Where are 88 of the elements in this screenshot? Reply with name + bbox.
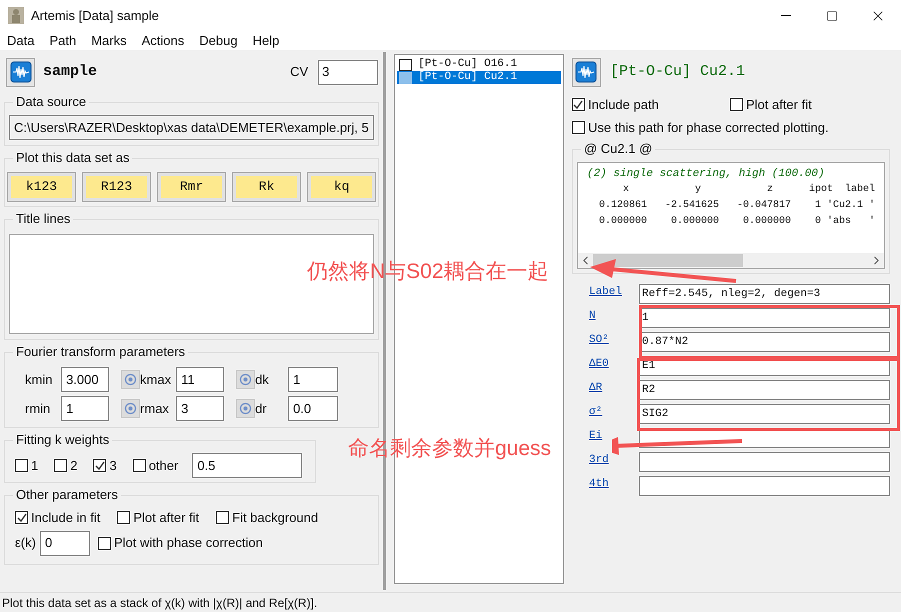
parameter-link[interactable]: Ei bbox=[588, 430, 602, 442]
menu-item[interactable]: Help bbox=[252, 30, 280, 50]
path-heading: (2) single scattering, high (100.00) bbox=[586, 167, 826, 182]
checkbox[interactable] bbox=[93, 459, 106, 472]
parameter-link[interactable]: 4th bbox=[588, 478, 609, 490]
plot-button[interactable]: Rk bbox=[233, 173, 300, 201]
status-text: Plot this data set as a stack of χ(k) with |χ(R)| and Re[χ(R)]. bbox=[2, 594, 318, 612]
checkbox[interactable] bbox=[98, 536, 111, 550]
wave-icon[interactable] bbox=[572, 58, 601, 86]
parameter-link[interactable]: σ² bbox=[588, 406, 602, 418]
param-label: dk bbox=[255, 370, 270, 389]
checkbox-label: Include path bbox=[588, 96, 659, 114]
param-label: rmin bbox=[25, 400, 52, 418]
param-field[interactable]: 1 bbox=[61, 396, 110, 421]
target-button[interactable] bbox=[121, 399, 140, 418]
path-coordinates: 0.120861 -2.541625 -0.047817 1 'Cu2.1 ' bbox=[598, 198, 876, 213]
app-icon bbox=[8, 7, 24, 24]
parameter-link[interactable]: 3rd bbox=[588, 454, 609, 466]
checkbox[interactable] bbox=[216, 511, 230, 524]
param-label: rmax bbox=[140, 400, 170, 418]
checkbox[interactable] bbox=[132, 459, 146, 472]
checkbox-label: 3 bbox=[109, 456, 117, 475]
cv-field[interactable]: 3 bbox=[318, 60, 378, 84]
window-title: Artemis [Data] sample bbox=[31, 6, 159, 25]
param-field[interactable]: 11 bbox=[176, 367, 224, 392]
data-source-field[interactable]: C:\Users\RAZER\Desktop\xas data\DEMETER\example.prj, 5 bbox=[9, 115, 374, 140]
path-list-item[interactable]: [Pt-O-Cu] Cu2.1 bbox=[397, 71, 561, 84]
checkbox-label: 1 bbox=[31, 456, 38, 475]
parameter-link[interactable]: ΔR bbox=[588, 382, 602, 394]
parameter-link[interactable]: Label bbox=[588, 286, 622, 298]
checkbox-label: Plot after fit bbox=[746, 96, 812, 114]
parameter-field[interactable] bbox=[638, 476, 890, 496]
parameter-field[interactable] bbox=[638, 452, 890, 472]
parameter-link[interactable]: SO² bbox=[588, 334, 609, 346]
parameter-link[interactable]: ΔE0 bbox=[588, 358, 609, 370]
path-list-item[interactable]: [Pt-O-Cu] O16.1 bbox=[397, 58, 561, 71]
parameter-link[interactable]: N bbox=[588, 310, 596, 322]
param-label: kmax bbox=[140, 370, 172, 389]
maximize-icon bbox=[826, 10, 838, 22]
menu-item[interactable]: Debug bbox=[199, 30, 238, 50]
epsilon-field[interactable]: 0 bbox=[40, 530, 90, 556]
epsilon-label: ε(k) bbox=[15, 534, 36, 552]
cv-label: CV bbox=[290, 63, 308, 82]
param-field[interactable]: 1 bbox=[288, 367, 338, 392]
checkbox-label: Fit background bbox=[232, 509, 318, 527]
param-label: dr bbox=[255, 400, 268, 418]
wave-icon[interactable] bbox=[6, 58, 35, 86]
checkbox-label: Plot after fit bbox=[133, 509, 200, 527]
menu-item[interactable]: Data bbox=[7, 30, 34, 50]
check-icon bbox=[573, 100, 584, 110]
minimize-icon bbox=[781, 15, 791, 16]
path-coordinates: x y z ipot label bbox=[622, 182, 876, 197]
target-button[interactable] bbox=[236, 370, 256, 389]
plot-button[interactable]: k123 bbox=[8, 173, 75, 201]
param-field[interactable]: 0.0 bbox=[288, 396, 338, 421]
menu-item[interactable]: Path bbox=[49, 30, 76, 50]
target-button[interactable] bbox=[121, 370, 140, 389]
check-icon bbox=[94, 460, 105, 470]
checkbox[interactable] bbox=[15, 459, 28, 472]
horizontal-scrollbar[interactable] bbox=[578, 253, 884, 268]
checkbox-label: 2 bbox=[70, 456, 78, 475]
param-field[interactable]: 3.000 bbox=[61, 367, 110, 392]
checkbox[interactable] bbox=[730, 98, 743, 112]
parameter-field[interactable]: Reff=2.545, nleg=2, degen=3 bbox=[638, 284, 890, 304]
parameter-field[interactable]: SIG2 bbox=[638, 404, 890, 424]
checkbox[interactable] bbox=[117, 511, 130, 524]
plot-button[interactable]: Rmr bbox=[158, 173, 226, 201]
checkbox-label: other bbox=[148, 456, 178, 475]
checkbox[interactable] bbox=[572, 120, 585, 134]
plot-button[interactable]: kq bbox=[308, 173, 376, 201]
param-field[interactable]: 3 bbox=[176, 396, 224, 421]
plot-button[interactable]: R123 bbox=[83, 173, 150, 201]
path-title: [Pt-O-Cu] Cu2.1 bbox=[610, 62, 745, 82]
other-weight-field[interactable]: 0.5 bbox=[192, 453, 302, 478]
menu-item[interactable]: Actions bbox=[142, 30, 184, 50]
checkbox[interactable] bbox=[15, 511, 28, 524]
path-coordinates: 0.000000 0.000000 0.000000 0 'abs ' bbox=[598, 214, 876, 229]
parameter-field[interactable]: R2 bbox=[638, 380, 890, 400]
checkbox-label: Use this path for phase corrected plotting. bbox=[588, 118, 829, 137]
checkbox[interactable] bbox=[54, 459, 68, 472]
check-icon bbox=[16, 512, 26, 523]
checkbox[interactable] bbox=[572, 98, 585, 112]
checkbox-label: Plot with phase correction bbox=[114, 534, 263, 552]
target-button[interactable] bbox=[236, 399, 256, 418]
param-label: kmin bbox=[25, 370, 54, 389]
checkbox-label: Include in fit bbox=[31, 509, 100, 527]
data-name: sample bbox=[43, 62, 98, 82]
menu-item[interactable]: Marks bbox=[91, 30, 127, 50]
